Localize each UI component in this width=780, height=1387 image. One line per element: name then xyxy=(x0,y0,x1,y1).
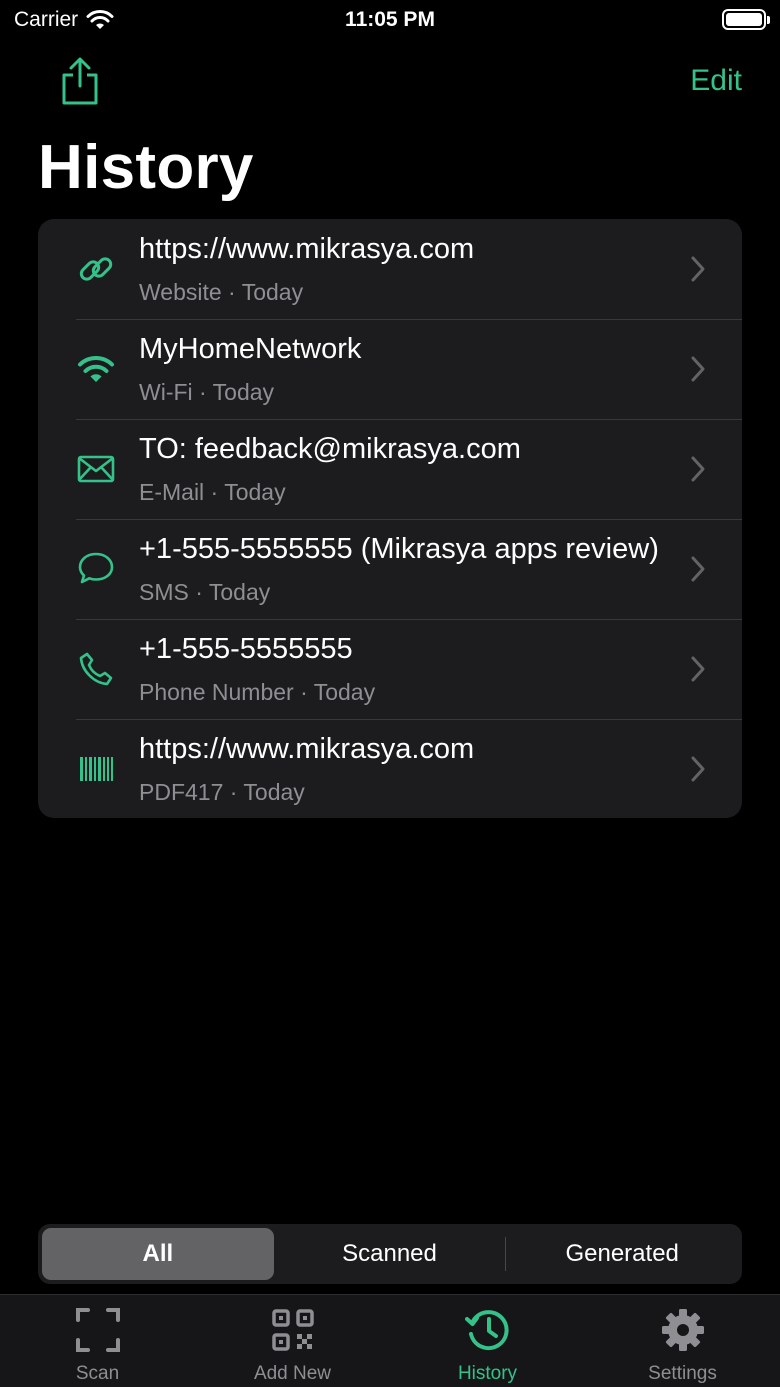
phone-icon xyxy=(76,649,116,689)
history-subtitle: Website · Today xyxy=(139,279,304,305)
battery-icon xyxy=(722,9,770,30)
tab-history[interactable]: History xyxy=(390,1295,585,1387)
history-row-website[interactable]: https://www.mikrasya.com Website · Today xyxy=(38,219,742,319)
qr-code-icon xyxy=(271,1309,314,1351)
tab-label: Add New xyxy=(253,1363,332,1384)
navigation-bar: Edit xyxy=(0,50,780,110)
history-title: https://www.mikrasya.com xyxy=(139,233,475,265)
tab-scan[interactable]: Scan xyxy=(0,1295,195,1387)
wifi-icon xyxy=(76,349,116,389)
history-row-wifi[interactable]: MyHomeNetwork Wi-Fi · Today xyxy=(38,319,742,419)
history-list: https://www.mikrasya.com Website · Today… xyxy=(38,219,742,818)
history-title: MyHomeNetwork xyxy=(139,333,362,365)
chevron-right-icon xyxy=(691,656,705,682)
history-row-phone[interactable]: +1-555-5555555 Phone Number · Today xyxy=(38,619,742,719)
history-filter-segmented-control: All Scanned Generated xyxy=(38,1224,742,1284)
chevron-right-icon xyxy=(691,756,705,782)
filter-scanned[interactable]: Scanned xyxy=(274,1228,506,1280)
status-time: 11:05 PM xyxy=(345,8,435,31)
share-icon[interactable] xyxy=(58,56,102,106)
history-subtitle: PDF417 · Today xyxy=(139,779,305,805)
history-subtitle: Wi-Fi · Today xyxy=(139,379,275,405)
history-subtitle: SMS · Today xyxy=(139,579,271,605)
chevron-right-icon xyxy=(691,356,705,382)
history-row-email[interactable]: TO: feedback@mikrasya.com E-Mail · Today xyxy=(38,419,742,519)
filter-generated[interactable]: Generated xyxy=(506,1228,738,1280)
history-row-pdf417[interactable]: https://www.mikrasya.com PDF417 · Today xyxy=(38,719,742,818)
gear-icon xyxy=(661,1309,704,1351)
chevron-right-icon xyxy=(691,456,705,482)
history-title: TO: feedback@mikrasya.com xyxy=(139,433,521,465)
tab-label: Settings xyxy=(648,1363,717,1384)
chevron-right-icon xyxy=(691,556,705,582)
history-row-sms[interactable]: +1-555-5555555 (Mikrasya apps review) SM… xyxy=(38,519,742,619)
message-bubble-icon xyxy=(76,549,116,589)
tab-add-new[interactable]: Add New xyxy=(195,1295,390,1387)
tab-label: History xyxy=(457,1363,518,1384)
tab-settings[interactable]: Settings xyxy=(585,1295,780,1387)
history-title: +1-555-5555555 (Mikrasya apps review) xyxy=(139,533,659,565)
history-title: https://www.mikrasya.com xyxy=(139,733,475,765)
scan-frame-icon xyxy=(75,1308,120,1352)
filter-all[interactable]: All xyxy=(42,1228,274,1280)
chevron-right-icon xyxy=(691,256,705,282)
tab-bar: Scan Add New History Settings xyxy=(0,1294,780,1387)
history-clock-icon xyxy=(464,1310,509,1351)
page-title: History xyxy=(38,133,254,202)
edit-button[interactable]: Edit xyxy=(690,64,742,98)
barcode-icon xyxy=(76,749,116,789)
history-subtitle: E-Mail · Today xyxy=(139,479,286,505)
tab-label: Scan xyxy=(75,1363,120,1384)
link-icon xyxy=(76,249,116,289)
envelope-icon xyxy=(76,449,116,489)
history-subtitle: Phone Number · Today xyxy=(139,679,376,705)
history-title: +1-555-5555555 xyxy=(139,633,353,665)
status-bar: Carrier 11:05 PM xyxy=(0,0,780,44)
